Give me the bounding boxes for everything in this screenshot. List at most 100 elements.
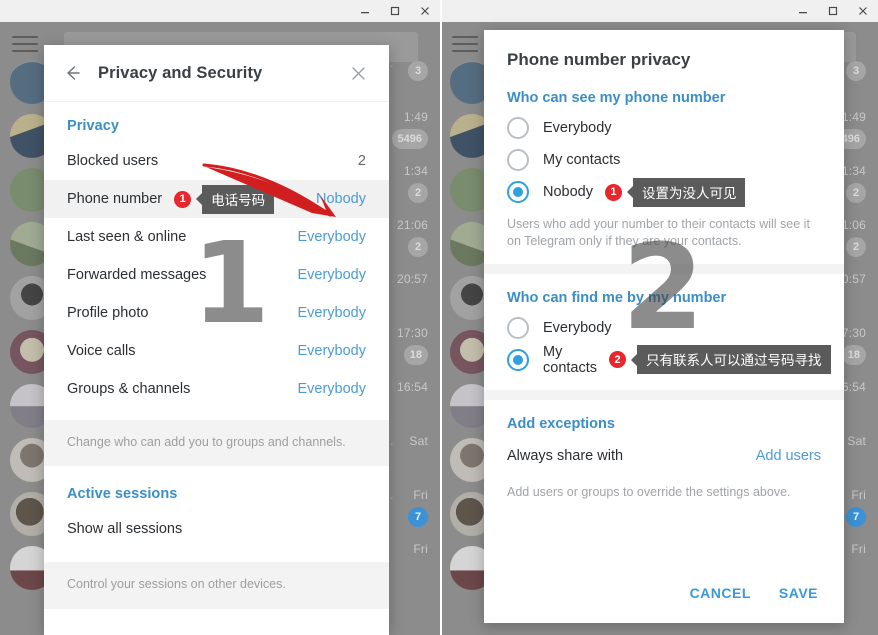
row-label: Blocked users [67, 153, 159, 169]
radio-icon-selected[interactable] [507, 348, 529, 371]
chat-timestamp: Fri [851, 542, 866, 556]
screenshot-root: 3e…1:4954961:34221:06220:5717:301816:54S… [0, 0, 878, 635]
chat-timestamp: Sat [847, 434, 866, 448]
row-label: Last seen & online [67, 229, 187, 245]
radio-label: Nobody [543, 184, 593, 200]
unread-badge: 2 [846, 183, 866, 203]
group-title-who-can-find: Who can find me by my number [507, 289, 727, 306]
annotation-tooltip-my-contacts: 只有联系人可以通过号码寻找 [631, 345, 831, 375]
row-phone-number[interactable]: Phone number 1 电话号码 Nobody [44, 180, 389, 218]
maximize-button[interactable] [818, 0, 848, 22]
close-button[interactable] [848, 0, 878, 22]
section-title-add-exceptions: Add exceptions [507, 415, 615, 432]
minimize-button[interactable] [350, 0, 380, 22]
left-titlebar [0, 0, 440, 22]
row-value: Nobody [316, 191, 366, 207]
chat-timestamp: Fri [413, 542, 428, 556]
section-divider [484, 389, 844, 400]
chat-meta: Fri [851, 542, 866, 556]
row-label: Profile photo [67, 305, 149, 321]
chat-meta: Fri [413, 542, 428, 556]
annotation-tooltip-nobody: 设置为没人可见 [627, 177, 746, 207]
chat-meta: Fri 7 [846, 488, 866, 527]
chat-meta: 1:34 2 [404, 164, 428, 203]
hint-groups-channels: Change who can add you to groups and cha… [44, 420, 389, 467]
chat-meta: 16:54 [397, 380, 428, 394]
radio-icon[interactable] [507, 149, 529, 171]
radio-option-see-everybody[interactable]: Everybody [484, 112, 844, 144]
radio-option-find-everybody[interactable]: Everybody [484, 312, 844, 344]
close-icon[interactable] [343, 58, 373, 88]
chat-timestamp: 1:34 [841, 164, 866, 178]
hint-sessions: Control your sessions on other devices. [44, 562, 389, 609]
annotation-tooltip-phone-number: 电话号码 [196, 184, 275, 214]
radio-label: Everybody [543, 120, 612, 136]
chat-timestamp: 17:30 [396, 326, 428, 340]
unread-badge: 2 [846, 237, 866, 257]
chat-meta: Sat [847, 434, 866, 448]
chat-meta: 3 [846, 56, 866, 81]
unread-badge: 7 [408, 507, 428, 527]
annotation-badge-2: 2 [609, 351, 626, 369]
row-value: 2 [357, 153, 366, 169]
chat-meta: 1:49 5496 [391, 110, 428, 149]
unread-badge: 5496 [391, 129, 428, 149]
unread-badge: 3 [846, 61, 866, 81]
chat-meta: 20:57 [397, 272, 428, 286]
row-profile-photo[interactable]: Profile photo Everybody [44, 294, 389, 332]
row-always-share-with[interactable]: Always share with Add users [484, 438, 844, 474]
privacy-section: Privacy Blocked users 2 Phone number 1 电… [44, 102, 389, 467]
minimize-button[interactable] [788, 0, 818, 22]
unread-badge: 7 [846, 507, 866, 527]
chat-timestamp: 20:57 [396, 272, 428, 286]
dialog-header: Privacy and Security [44, 45, 389, 102]
radio-label: Everybody [543, 319, 612, 336]
unread-badge: 2 [408, 237, 428, 257]
privacy-and-security-dialog: Privacy and Security Privacy Blocked use… [44, 45, 389, 635]
dialog-body: Privacy Blocked users 2 Phone number 1 电… [44, 102, 389, 609]
row-value: Everybody [297, 305, 366, 321]
hint-add-exceptions: Add users or groups to override the sett… [507, 484, 791, 499]
unread-badge: 18 [841, 345, 866, 365]
sessions-section: Active sessions Show all sessions Contro… [44, 466, 389, 609]
chat-timestamp: 16:54 [396, 380, 428, 394]
radio-label: My contacts [543, 152, 621, 168]
section-title-active-sessions: Active sessions [67, 486, 178, 503]
row-label: Forwarded messages [67, 267, 207, 283]
annotation-badge-1: 1 [604, 183, 622, 201]
radio-icon[interactable] [507, 117, 529, 139]
radio-icon[interactable] [507, 316, 529, 339]
radio-option-see-my-contacts[interactable]: My contacts [484, 144, 844, 176]
close-button[interactable] [410, 0, 440, 22]
add-users-link[interactable]: Add users [756, 448, 821, 464]
maximize-button[interactable] [380, 0, 410, 22]
row-show-all-sessions[interactable]: Show all sessions [44, 510, 389, 548]
section-title-privacy: Privacy [67, 118, 119, 134]
row-label: Show all sessions [67, 521, 183, 538]
annotation-badge-1: 1 [174, 190, 192, 208]
right-titlebar [440, 0, 878, 22]
radio-icon-selected[interactable] [507, 181, 529, 203]
chat-meta: Fri 7 [408, 488, 428, 527]
phone-number-privacy-dialog: Phone number privacy Who can see my phon… [484, 30, 844, 623]
note-who-can-see: Users who add your number to their conta… [507, 217, 810, 248]
row-voice-calls[interactable]: Voice calls Everybody [44, 332, 389, 370]
row-label: Always share with [507, 447, 624, 464]
cancel-button[interactable]: CANCEL [682, 579, 759, 607]
row-blocked-users[interactable]: Blocked users 2 [44, 142, 389, 180]
radio-option-see-nobody[interactable]: Nobody 1 设置为没人可见 [484, 176, 844, 208]
chat-timestamp: Sat [409, 434, 428, 448]
dialog-title: Phone number privacy [507, 50, 691, 69]
back-arrow-icon[interactable] [56, 57, 88, 89]
radio-option-find-my-contacts[interactable]: My contacts 2 只有联系人可以通过号码寻找 [484, 344, 844, 376]
row-value: Everybody [297, 267, 366, 283]
save-button[interactable]: SAVE [771, 579, 826, 607]
chat-timestamp: 21:06 [396, 218, 428, 232]
row-value: Everybody [297, 229, 366, 245]
row-last-seen-online[interactable]: Last seen & online Everybody [44, 218, 389, 256]
row-forwarded-messages[interactable]: Forwarded messages Everybody [44, 256, 389, 294]
chat-timestamp: 1:49 [403, 110, 428, 124]
row-groups-and-channels[interactable]: Groups & channels Everybody [44, 370, 389, 408]
row-label: Phone number [67, 191, 163, 207]
chat-meta: Sat [409, 434, 428, 448]
